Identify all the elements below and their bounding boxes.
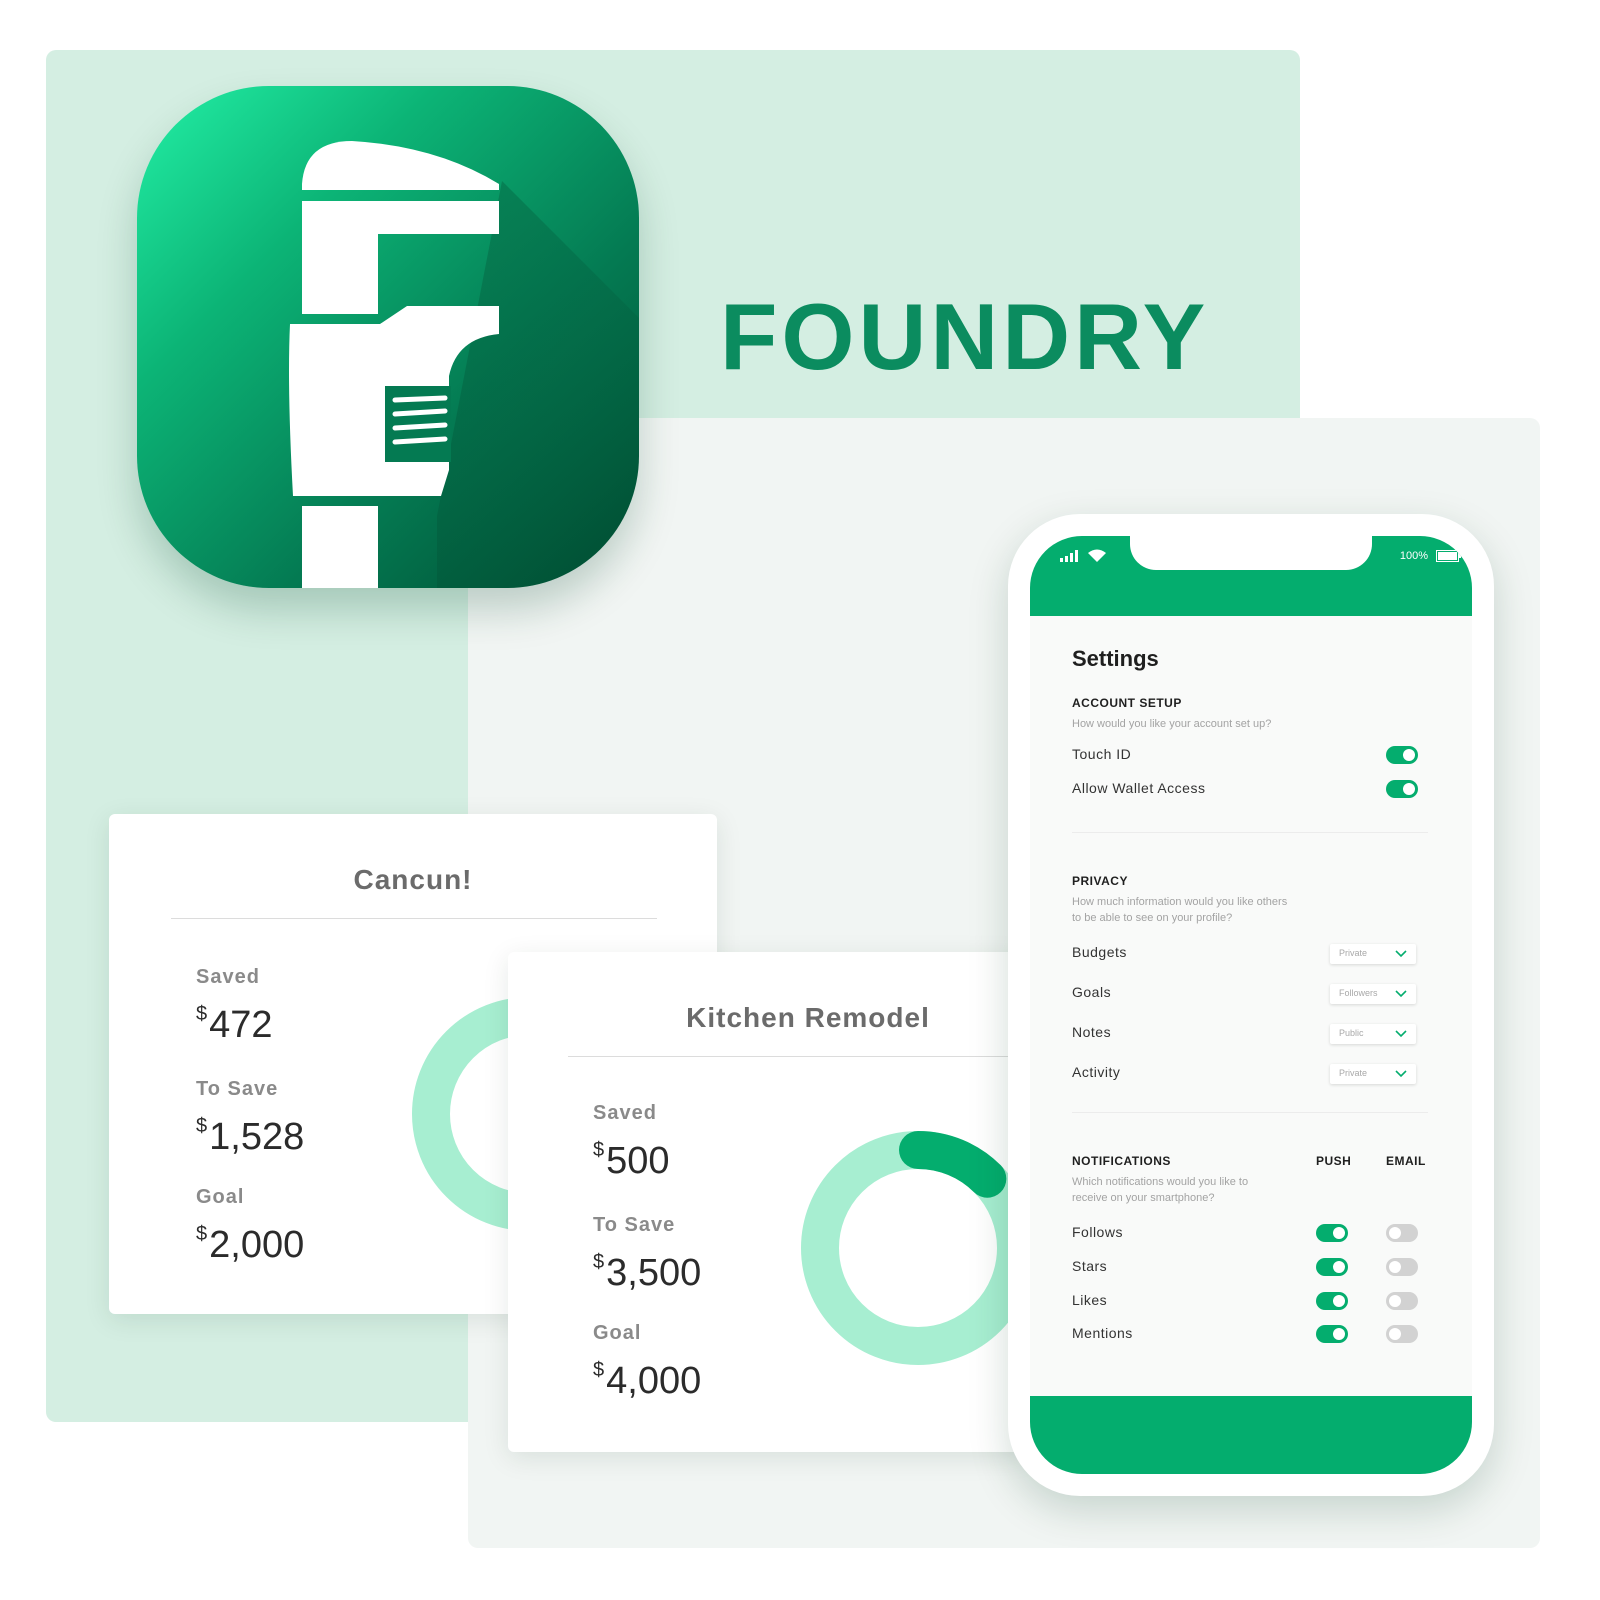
wifi-icon <box>1088 549 1106 562</box>
goal-value: $4,000 <box>593 1359 702 1402</box>
touch-id-toggle[interactable] <box>1386 746 1418 764</box>
bottom-bar <box>1030 1396 1472 1474</box>
card-divider <box>568 1056 1028 1057</box>
phone-screen: 100% Settings ACCOUNT SETUP How would yo… <box>1030 536 1472 1474</box>
saved-label: Saved <box>196 966 260 988</box>
phone-notch <box>1130 536 1372 570</box>
to-save-value: $3,500 <box>593 1251 702 1294</box>
foundry-app-icon <box>137 86 639 588</box>
brand-name: FOUNDRY <box>720 284 1210 389</box>
goal-label: Goal <box>593 1322 642 1344</box>
goal-card-kitchen-remodel[interactable]: Kitchen Remodel Saved $500 To Save $3,50… <box>508 952 1028 1452</box>
budgets-privacy-dropdown[interactable]: Private <box>1330 944 1416 964</box>
saved-value: $500 <box>593 1139 670 1182</box>
chevron-down-icon <box>1395 1030 1407 1038</box>
account-setup-heading: ACCOUNT SETUP <box>1072 696 1182 710</box>
account-setup-description: How would you like your account set up? <box>1072 718 1272 730</box>
notifications-description: Which notifications would you like to re… <box>1072 1176 1249 1204</box>
chevron-down-icon <box>1395 1070 1407 1078</box>
notifications-heading: NOTIFICATIONS <box>1072 1154 1171 1168</box>
section-divider <box>1072 832 1428 833</box>
activity-privacy-dropdown[interactable]: Private <box>1330 1064 1416 1084</box>
notification-label-follows: Follows <box>1072 1224 1123 1240</box>
goal-label: Goal <box>196 1186 245 1208</box>
stars-email-toggle[interactable] <box>1386 1258 1418 1276</box>
battery-percentage: 100% <box>1399 550 1428 562</box>
goal-card-title: Cancun! <box>353 864 473 895</box>
wrench-f-logo-icon <box>289 141 639 588</box>
goal-value: $2,000 <box>196 1223 305 1266</box>
settings-title: Settings <box>1072 646 1159 671</box>
saved-label: Saved <box>593 1102 657 1124</box>
notes-privacy-dropdown[interactable]: Public <box>1330 1024 1416 1044</box>
saved-value: $472 <box>196 1003 273 1046</box>
mentions-push-toggle[interactable] <box>1316 1325 1348 1343</box>
to-save-value: $1,528 <box>196 1115 305 1158</box>
notification-label-likes: Likes <box>1072 1292 1108 1308</box>
privacy-label-notes: Notes <box>1072 1024 1112 1040</box>
setting-label-touch-id: Touch ID <box>1072 746 1132 762</box>
likes-push-toggle[interactable] <box>1316 1292 1348 1310</box>
stars-push-toggle[interactable] <box>1316 1258 1348 1276</box>
to-save-label: To Save <box>196 1078 279 1100</box>
follows-push-toggle[interactable] <box>1316 1224 1348 1242</box>
setting-label-wallet-access: Allow Wallet Access <box>1072 780 1206 796</box>
chevron-down-icon <box>1395 950 1407 958</box>
privacy-label-goals: Goals <box>1072 984 1112 1000</box>
email-column-header: EMAIL <box>1386 1154 1426 1168</box>
card-divider <box>171 918 657 919</box>
status-bar: 100% <box>1030 536 1472 616</box>
goals-privacy-dropdown[interactable]: Followers <box>1330 984 1416 1004</box>
privacy-label-activity: Activity <box>1072 1064 1121 1080</box>
phone-mockup: 100% Settings ACCOUNT SETUP How would yo… <box>1008 514 1494 1496</box>
section-divider <box>1072 1112 1428 1113</box>
goal-card-title: Kitchen Remodel <box>686 1002 930 1033</box>
likes-email-toggle[interactable] <box>1386 1292 1418 1310</box>
push-column-header: PUSH <box>1316 1154 1352 1168</box>
to-save-label: To Save <box>593 1214 676 1236</box>
battery-icon <box>1436 550 1461 562</box>
notification-label-stars: Stars <box>1072 1258 1108 1274</box>
progress-donut-chart <box>801 1131 1028 1365</box>
chevron-down-icon <box>1395 990 1407 998</box>
privacy-label-budgets: Budgets <box>1072 944 1127 960</box>
privacy-heading: PRIVACY <box>1072 874 1128 888</box>
follows-email-toggle[interactable] <box>1386 1224 1418 1242</box>
privacy-description: How much information would you like othe… <box>1072 896 1288 924</box>
signal-icon <box>1060 550 1078 562</box>
wallet-access-toggle[interactable] <box>1386 780 1418 798</box>
notification-label-mentions: Mentions <box>1072 1325 1133 1341</box>
mentions-email-toggle[interactable] <box>1386 1325 1418 1343</box>
